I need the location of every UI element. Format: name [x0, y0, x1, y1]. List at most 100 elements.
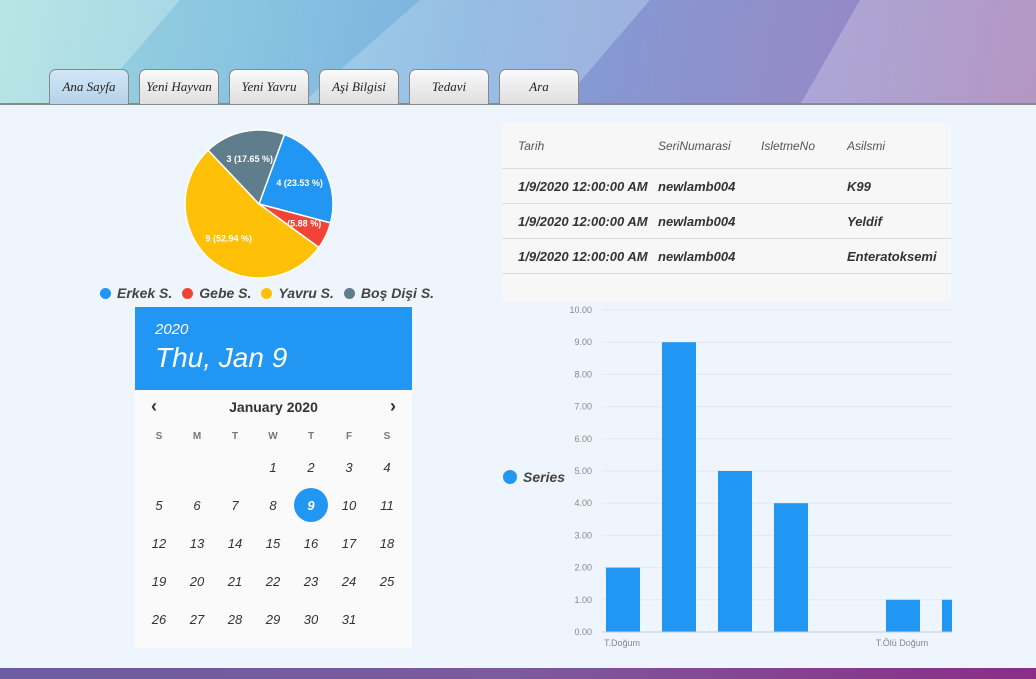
- pie-slice-label-3: 3 (17.65 %): [226, 154, 273, 164]
- bar[interactable]: [774, 503, 808, 632]
- y-tick-label: 3.00: [574, 530, 592, 540]
- x-tick-label: T.Doğum: [604, 638, 640, 648]
- calendar-day[interactable]: 8: [254, 486, 292, 524]
- weekday-label: W: [268, 430, 278, 442]
- calendar-nav: ‹ January 2020 ›: [135, 390, 412, 424]
- y-tick-label: 6.00: [574, 434, 592, 444]
- calendar-day[interactable]: 9: [292, 486, 330, 524]
- calendar-day[interactable]: 4: [368, 448, 406, 486]
- bar[interactable]: [718, 471, 752, 632]
- pie-legend-item-3[interactable]: Boş Dişi S.: [343, 285, 434, 301]
- legend-color-dot: [343, 287, 355, 299]
- calendar-day[interactable]: 6: [178, 486, 216, 524]
- calendar-day[interactable]: 19: [140, 562, 178, 600]
- y-tick-label: 5.00: [574, 466, 592, 476]
- column-header[interactable]: IsletmeNo: [761, 139, 847, 153]
- pie-legend-item-0[interactable]: Erkek S.: [100, 285, 172, 301]
- empty-day-cell: [216, 448, 254, 486]
- y-tick-label: 10.00: [569, 305, 592, 315]
- x-tick-label: T.Ölü Doğum: [876, 638, 929, 648]
- tab-2[interactable]: Yeni Yavru: [229, 69, 309, 104]
- calendar: 2020 Thu, Jan 9 ‹ January 2020 › S M T W T F S…: [135, 307, 412, 648]
- calendar-day[interactable]: 24: [330, 562, 368, 600]
- bar[interactable]: [662, 342, 696, 632]
- calendar-grid: S M T W T F S 1 2 3 4 5 6 7 8 9 10 11 12 13 14 15 16 17 18 19 20 21…: [135, 424, 412, 638]
- bar[interactable]: [886, 599, 920, 632]
- y-tick-label: 0.00: [574, 627, 592, 637]
- pie-legend-label: Erkek S.: [117, 285, 173, 301]
- weekday-label: S: [383, 430, 391, 442]
- calendar-day[interactable]: 25: [368, 562, 406, 600]
- calendar-day[interactable]: 17: [330, 524, 368, 562]
- weekday-label: M: [192, 430, 202, 442]
- pie-chart: 4 (23.53 %)1 (5.88 %)9 (52.94 %)3 (17.65…: [184, 129, 334, 279]
- calendar-day[interactable]: 12: [140, 524, 178, 562]
- table-cell: 1/9/2020 12:00:00 AM: [518, 213, 648, 229]
- column-header[interactable]: SeriNumarasi: [658, 139, 761, 153]
- calendar-day[interactable]: 27: [178, 600, 216, 638]
- column-header[interactable]: Tarih: [502, 139, 658, 153]
- weekday-label: T: [307, 430, 315, 442]
- series-legend-label: Series: [523, 469, 566, 485]
- calendar-day[interactable]: 10: [330, 486, 368, 524]
- calendar-day[interactable]: 20: [178, 562, 216, 600]
- calendar-day[interactable]: 16: [292, 524, 330, 562]
- calendar-day[interactable]: 30: [292, 600, 330, 638]
- table-row[interactable]: 1/9/2020 12:00:00 AM newlamb004 Yeldif: [502, 204, 951, 239]
- calendar-day[interactable]: 18: [368, 524, 406, 562]
- calendar-day[interactable]: 5: [140, 486, 178, 524]
- y-tick-label: 4.00: [574, 498, 592, 508]
- table-cell: Enteratoksemi: [847, 248, 937, 264]
- tab-4[interactable]: Tedavi: [409, 69, 489, 104]
- y-tick-label: 2.00: [574, 563, 592, 573]
- pie-legend-item-2[interactable]: Yavru S.: [261, 285, 334, 301]
- y-tick-label: 8.00: [574, 369, 592, 379]
- calendar-day[interactable]: 11: [368, 486, 406, 524]
- table-row[interactable]: 1/9/2020 12:00:00 AM newlamb004 Enteratoks…: [502, 239, 951, 274]
- table-header: Tarih SeriNumarasi IsletmeNo Asilsmi: [502, 123, 951, 169]
- chevron-left-icon[interactable]: ‹: [151, 396, 157, 417]
- calendar-day[interactable]: 28: [216, 600, 254, 638]
- table-cell: newlamb004: [658, 248, 736, 264]
- pie-legend-label: Yavru S.: [278, 285, 334, 301]
- weekday-label: T: [231, 430, 239, 442]
- table-row[interactable]: 1/9/2020 12:00:00 AM newlamb004 K99: [502, 169, 951, 204]
- calendar-day[interactable]: 3: [330, 448, 368, 486]
- chevron-right-icon[interactable]: ›: [390, 396, 396, 417]
- y-tick-label: 9.00: [574, 337, 592, 347]
- tab-3[interactable]: Aşi Bilgisi: [319, 69, 399, 104]
- calendar-day[interactable]: 13: [178, 524, 216, 562]
- y-tick-label: 1.00: [574, 595, 592, 605]
- calendar-day[interactable]: 29: [254, 600, 292, 638]
- calendar-day[interactable]: 26: [140, 600, 178, 638]
- calendar-month-label: January 2020: [229, 399, 318, 415]
- calendar-day[interactable]: 14: [216, 524, 254, 562]
- table-cell: Yeldif: [847, 213, 882, 229]
- calendar-header: 2020 Thu, Jan 9: [135, 307, 412, 390]
- calendar-day[interactable]: 22: [254, 562, 292, 600]
- calendar-day[interactable]: 1: [254, 448, 292, 486]
- table-cell: 1/9/2020 12:00:00 AM: [518, 178, 648, 194]
- column-header[interactable]: Asilsmi: [847, 139, 951, 153]
- calendar-day[interactable]: 23: [292, 562, 330, 600]
- tab-0[interactable]: Ana Sayfa: [49, 69, 129, 104]
- table-cell: 1/9/2020 12:00:00 AM: [518, 248, 648, 264]
- data-table: Tarih SeriNumarasi IsletmeNo Asilsmi 1/9/20…: [502, 123, 951, 301]
- bar[interactable]: [606, 567, 640, 632]
- table-cell: newlamb004: [658, 178, 736, 194]
- calendar-day[interactable]: 7: [216, 486, 254, 524]
- tab-5[interactable]: Ara: [499, 69, 579, 104]
- bar[interactable]: [942, 599, 952, 632]
- calendar-selected-date[interactable]: Thu, Jan 9: [155, 342, 392, 374]
- tab-1[interactable]: Yeni Hayvan: [139, 69, 219, 104]
- calendar-day[interactable]: 15: [254, 524, 292, 562]
- pie-legend-item-1[interactable]: Gebe S.: [182, 285, 251, 301]
- bar-chart-legend: Series: [503, 469, 565, 485]
- calendar-year[interactable]: 2020: [155, 321, 392, 338]
- footer-band: [0, 668, 1036, 679]
- calendar-day[interactable]: 2: [292, 448, 330, 486]
- empty-day-cell: [178, 448, 216, 486]
- calendar-day[interactable]: 31: [330, 600, 368, 638]
- table-cell: newlamb004: [658, 213, 736, 229]
- calendar-day[interactable]: 21: [216, 562, 254, 600]
